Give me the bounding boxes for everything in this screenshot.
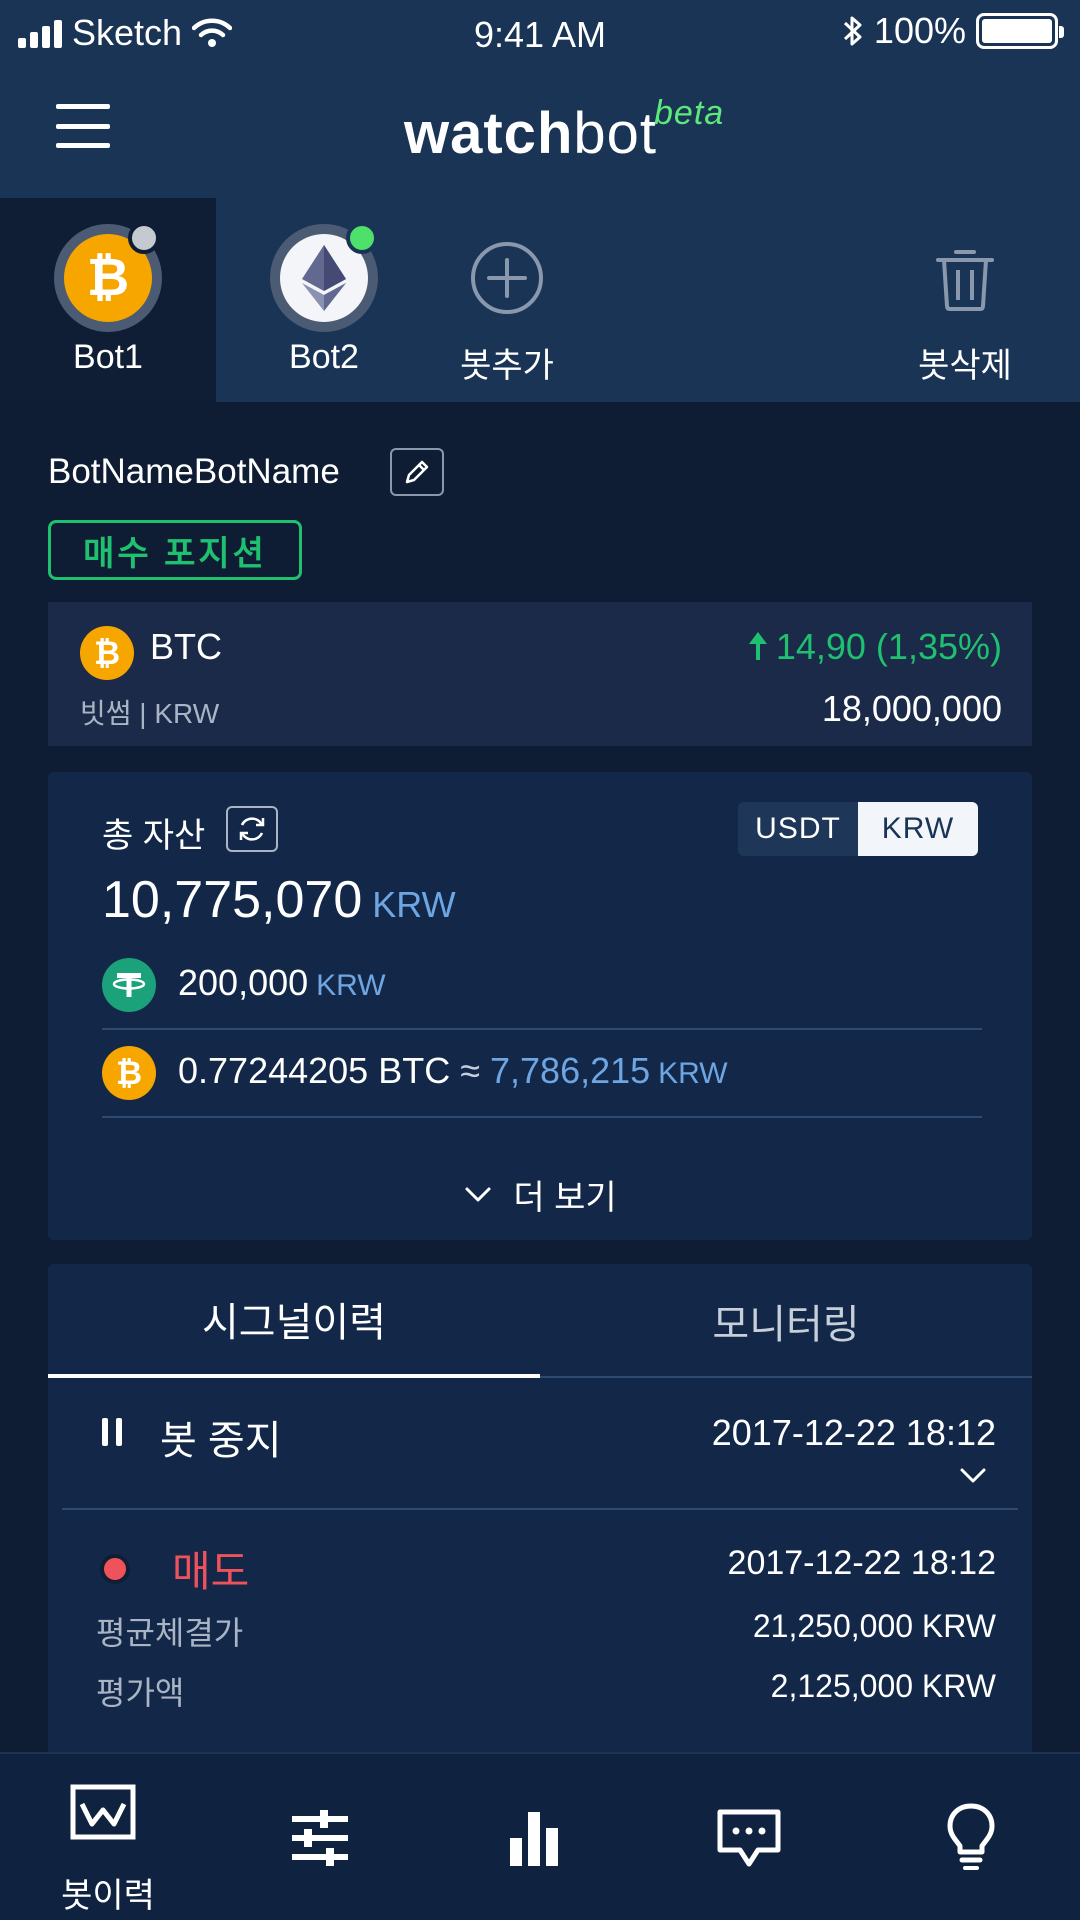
- history-tabs: 시그널이력 모니터링: [48, 1264, 1032, 1378]
- bot-status-dot: [346, 222, 378, 254]
- divider: [102, 1028, 982, 1030]
- event-label: 봇 중지: [160, 1419, 282, 1463]
- bitcoin-icon: ₿: [102, 1046, 156, 1100]
- ticker-card[interactable]: ₿ BTC 빗썸 | KRW 14,90 (1,35%) 18,000,000: [48, 602, 1032, 746]
- asset-row-btc: ₿ 0.77244205 BTC ≈ 7,786,215 KRW: [102, 1032, 982, 1128]
- asset-row-usdt: 200,000 KRW: [102, 944, 982, 1040]
- usdt-unit: KRW: [316, 969, 386, 1002]
- delete-bot-button[interactable]: 봇삭제: [900, 198, 1030, 402]
- ticker-change: 14,90 (1,35%): [748, 626, 1002, 668]
- event-time: 2017-12-22 18:12: [711, 1412, 996, 1453]
- history-event-row[interactable]: 매도 2017-12-22 18:12 평균체결가 21,250,000 KRW…: [62, 1512, 1018, 1712]
- divider: [102, 1116, 982, 1118]
- ticker-change-value: 14,90 (1,35%): [775, 626, 1002, 667]
- more-button[interactable]: 더 보기: [48, 1170, 1032, 1219]
- currency-option-usdt[interactable]: USDT: [738, 802, 858, 856]
- bluetooth-icon: [843, 16, 862, 46]
- logo-watch: watch: [404, 101, 574, 166]
- asset-amount: 0.77244205 BTC ≈ 7,786,215 KRW: [178, 1050, 728, 1092]
- tab-monitoring[interactable]: 모니터링: [540, 1264, 1032, 1378]
- trash-icon: [936, 250, 994, 311]
- chevron-down-icon: [465, 1187, 491, 1201]
- btc-amount: 0.77244205 BTC: [178, 1050, 451, 1091]
- total-assets-card: 총 자산 USDT KRW 10,775,070 KRW 200,000 KRW…: [48, 772, 1032, 1240]
- btc-unit: KRW: [658, 1057, 728, 1090]
- position-badge: 매수 포지션: [48, 520, 302, 580]
- plus-circle-icon: [471, 242, 543, 314]
- total-unit: KRW: [372, 884, 456, 925]
- app-logo: watchbot beta: [404, 94, 723, 167]
- tab-label: 봇이력: [61, 1877, 155, 1915]
- history-event-row[interactable]: 봇 중지 2017-12-22 18:12: [62, 1380, 1018, 1510]
- tab-bot-history[interactable]: 봇이력: [0, 1754, 216, 1920]
- event-label: 매도: [172, 1548, 250, 1595]
- bar-chart-icon: [510, 1812, 558, 1866]
- chevron-down-icon[interactable]: [958, 1466, 988, 1486]
- sliders-icon: [292, 1810, 348, 1866]
- currency-option-krw[interactable]: KRW: [858, 802, 978, 856]
- tab-settings[interactable]: [216, 1754, 432, 1920]
- tab-signal-history[interactable]: 시그널이력: [48, 1264, 540, 1378]
- asset-amount: 200,000 KRW: [178, 962, 386, 1004]
- approx-sign: ≈: [460, 1050, 480, 1091]
- usdt-amount: 200,000: [178, 962, 309, 1003]
- currency-toggle: USDT KRW: [738, 802, 978, 856]
- refresh-icon: [239, 817, 265, 841]
- assets-title: 총 자산: [102, 817, 206, 855]
- event-time: 2017-12-22 18:12: [727, 1544, 996, 1582]
- bottom-tab-bar: 봇이력: [0, 1752, 1080, 1920]
- bot-history-icon: [70, 1784, 136, 1840]
- add-bot-label: 봇추가: [460, 347, 554, 385]
- ticker-symbol: BTC: [150, 626, 222, 667]
- total-assets-value: 10,775,070 KRW: [102, 870, 456, 930]
- status-bar: Sketch 9:41 AM 100%: [0, 0, 1080, 70]
- sell-dot-icon: [100, 1554, 130, 1584]
- ticker-exchange: 빗썸 | KRW: [80, 698, 220, 729]
- logo-bot: bot: [573, 101, 658, 166]
- detail-key: 평균체결가: [96, 1615, 244, 1651]
- bitcoin-icon: ₿: [80, 626, 134, 680]
- more-label: 더 보기: [513, 1179, 617, 1217]
- detail-key: 평가액: [96, 1675, 185, 1711]
- tab-tips[interactable]: [864, 1754, 1080, 1920]
- edit-name-button[interactable]: [390, 448, 444, 496]
- bot-tab-label: Bot1: [73, 338, 143, 376]
- hamburger-menu-icon[interactable]: [56, 104, 110, 148]
- bot-selector-bar: ₿ Bot1 Bot2 봇추가 봇삭제: [0, 198, 1080, 402]
- tab-statistics[interactable]: [432, 1754, 648, 1920]
- detail-value: 2,125,000 KRW: [770, 1668, 996, 1704]
- bot-name: BotNameBotName: [48, 452, 340, 491]
- pause-icon: [102, 1418, 122, 1446]
- bot-tab-label: Bot2: [289, 338, 359, 376]
- ticker-price: 18,000,000: [821, 688, 1002, 729]
- refresh-button[interactable]: [226, 806, 278, 852]
- arrow-up-icon: [748, 632, 767, 660]
- detail-value: 21,250,000 KRW: [752, 1608, 996, 1644]
- total-value: 10,775,070: [102, 871, 363, 929]
- app-header: Sketch 9:41 AM 100% watchbot beta: [0, 0, 1080, 198]
- btc-converted: 7,786,215: [490, 1050, 651, 1091]
- beta-badge: beta: [654, 94, 725, 132]
- tether-icon: [102, 958, 156, 1012]
- status-right: 100%: [842, 10, 1064, 52]
- bot-tab-bot1[interactable]: ₿ Bot1: [0, 198, 216, 402]
- bot-tab-bot2[interactable]: Bot2: [216, 198, 432, 402]
- lightbulb-icon: [947, 1803, 995, 1870]
- bot-status-dot: [128, 222, 160, 254]
- pencil-icon: [405, 460, 429, 484]
- tab-messages[interactable]: [648, 1754, 864, 1920]
- delete-bot-label: 봇삭제: [918, 347, 1012, 385]
- chat-icon: [717, 1809, 781, 1867]
- battery-icon: [976, 13, 1064, 49]
- add-bot-button[interactable]: 봇추가: [432, 198, 582, 402]
- battery-percent: 100%: [873, 10, 966, 51]
